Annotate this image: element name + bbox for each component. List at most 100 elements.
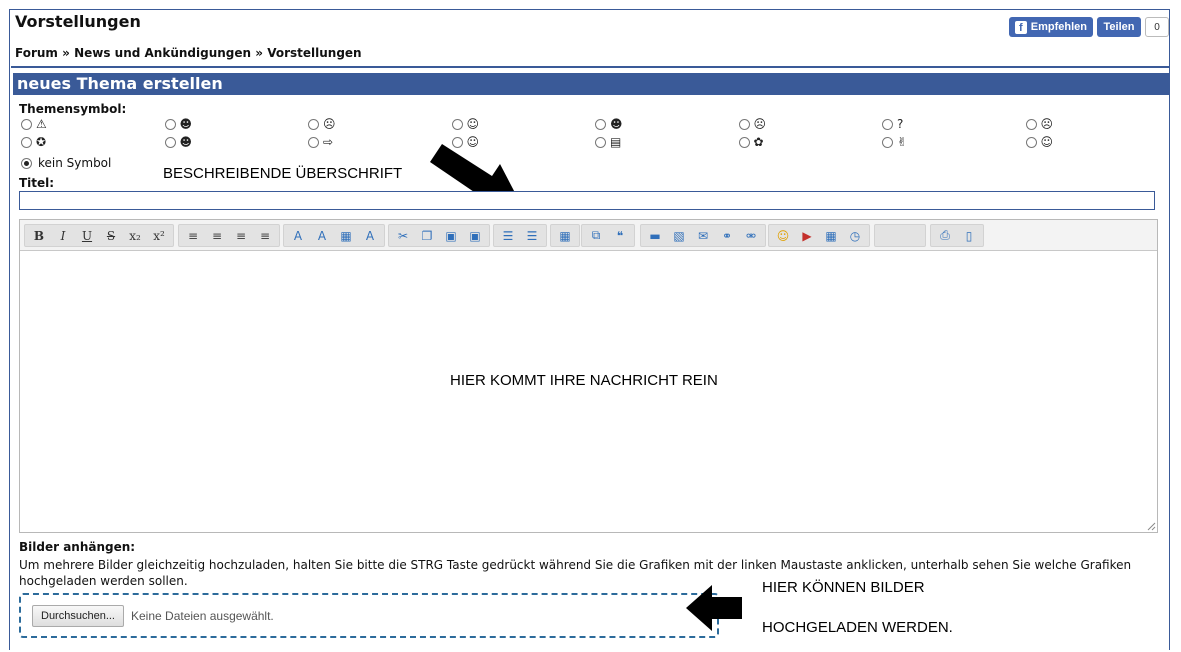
strikethrough-button[interactable]: S <box>102 227 120 245</box>
color-button[interactable]: ▦ <box>337 227 355 245</box>
topic-icon-radio[interactable] <box>738 137 750 148</box>
breadcrumb-forum[interactable]: Forum <box>15 46 58 60</box>
annotation-message-hint: HIER KOMMT IHRE NACHRICHT REIN <box>450 372 718 389</box>
share-count: 0 <box>1145 17 1169 37</box>
topic-icon-option[interactable]: ✿ <box>738 135 764 149</box>
topic-icon-option[interactable]: ✪ <box>21 136 46 149</box>
topic-icon-option[interactable]: ⚠ <box>21 118 47 131</box>
toolbar-group: B I U Sx₂ x² <box>24 224 174 247</box>
topic-icon-option[interactable]: ☺ <box>451 117 480 131</box>
topic-icon-option[interactable]: ⇨ <box>308 136 333 149</box>
remove-format-button[interactable]: A <box>361 227 379 245</box>
quote-button[interactable]: ❝ <box>611 227 629 245</box>
email-button[interactable]: ✉ <box>694 227 712 245</box>
topic-icon-option-none[interactable]: kein Symbol <box>21 156 111 170</box>
editor-toolbar: B I U Sx₂ x² ≡ ≡ ≡ ≡ A A ▦ A ✂ ❐ ▣ ▣ ☰ ☰ ▦ ⧉ ❝ ▬ ▧ ✉ ⚭ ⚮ ☺ ▶ ▦ ◷ ⎙ ▯ <box>20 220 1157 251</box>
align-right-button[interactable]: ≡ <box>232 227 250 245</box>
topic-icon-radio[interactable] <box>1025 119 1037 130</box>
note-icon: ▤ <box>610 135 622 149</box>
title-label: Titel: <box>19 176 55 190</box>
date-button[interactable]: ▦ <box>822 227 840 245</box>
source-button[interactable]: ▯ <box>960 227 978 245</box>
time-button[interactable]: ◷ <box>846 227 864 245</box>
breadcrumb-current[interactable]: Vorstellungen <box>267 46 361 60</box>
annotation-arrow-left-icon <box>686 585 742 631</box>
breadcrumb: Forum » News und Ankündigungen » Vorstel… <box>15 46 362 60</box>
toolbar-group: ≡ ≡ ≡ ≡ <box>178 224 280 247</box>
topic-icon-option[interactable]: ☹ <box>308 118 336 131</box>
attach-images-hint: Um mehrere Bilder gleichzeitig hochzulad… <box>19 558 1132 588</box>
font-size-button[interactable]: A <box>313 227 331 245</box>
facebook-share-button[interactable]: Teilen <box>1097 17 1141 37</box>
topic-icon-option[interactable]: ☻ <box>164 118 192 131</box>
toolbar-group: ☺ ▶ ▦ ◷ <box>768 224 870 247</box>
topic-icon-radio[interactable] <box>595 137 606 148</box>
facebook-like-button[interactable]: f Empfehlen <box>1009 17 1093 37</box>
superscript-button[interactable]: x² <box>150 227 168 245</box>
topic-icon-radio[interactable] <box>308 119 319 130</box>
breadcrumb-news[interactable]: News und Ankündigungen <box>74 46 251 60</box>
italic-button[interactable]: I <box>54 227 72 245</box>
laughing-smiley-icon: ☺ <box>466 117 480 131</box>
shocked-smiley-icon: ☹ <box>753 117 767 131</box>
topic-icon-option[interactable]: ☹ <box>738 117 767 131</box>
topic-icon-radio[interactable] <box>21 137 32 148</box>
title-input[interactable] <box>19 191 1155 210</box>
header-divider <box>11 66 1170 68</box>
toolbar-group[interactable] <box>874 224 926 247</box>
toolbar-group: ✂ ❐ ▣ ▣ <box>388 224 490 247</box>
copy-button[interactable]: ❐ <box>418 227 436 245</box>
topic-icon-radio[interactable] <box>1025 137 1037 148</box>
code-button[interactable]: ⧉ <box>587 227 605 245</box>
youtube-button[interactable]: ▶ <box>798 227 816 245</box>
print-button[interactable]: ⎙ <box>936 227 954 245</box>
topic-icon-option[interactable]: ▤ <box>595 136 621 149</box>
teddy-icon: ✿ <box>753 135 764 149</box>
topic-icon-radio[interactable] <box>164 119 176 130</box>
lightbulb-icon: ✪ <box>36 135 47 149</box>
topic-icon-radio[interactable] <box>164 137 176 148</box>
bullet-list-button[interactable]: ☰ <box>499 227 517 245</box>
unlink-button[interactable]: ⚮ <box>742 227 760 245</box>
toolbar-group: ▦ <box>550 224 580 247</box>
image-button[interactable]: ▧ <box>670 227 688 245</box>
paste-text-button[interactable]: ▣ <box>466 227 484 245</box>
topic-icon-radio-none[interactable] <box>21 157 32 169</box>
topic-icon-option[interactable]: ☹ <box>1025 118 1053 131</box>
browse-files-button[interactable]: Durchsuchen... <box>32 605 124 627</box>
topic-icon-option[interactable]: ☻ <box>164 136 192 149</box>
underline-button[interactable]: U <box>78 227 96 245</box>
resize-grip-icon[interactable] <box>1146 521 1156 531</box>
topic-icon-radio[interactable] <box>595 119 606 130</box>
file-upload-dropzone[interactable] <box>19 593 719 638</box>
annotation-heading-hint: BESCHREIBENDE ÜBERSCHRIFT <box>163 165 403 182</box>
topic-icon-option[interactable]: ☻ <box>595 118 623 131</box>
topic-icon-radio[interactable] <box>308 137 319 148</box>
table-button[interactable]: ▦ <box>556 227 574 245</box>
topic-icon-option[interactable]: ? <box>882 118 903 131</box>
justify-button[interactable]: ≡ <box>256 227 274 245</box>
align-left-button[interactable]: ≡ <box>184 227 202 245</box>
bold-button[interactable]: B <box>30 227 48 245</box>
topic-icon-option[interactable]: ☺ <box>1025 136 1053 149</box>
topic-icon-radio[interactable] <box>738 119 750 130</box>
align-center-button[interactable]: ≡ <box>208 227 226 245</box>
topic-icon-radio[interactable] <box>882 137 893 148</box>
cut-button[interactable]: ✂ <box>394 227 412 245</box>
annotation-upload-hint-line2: HOCHGELADEN WERDEN. <box>762 619 953 636</box>
font-button[interactable]: A <box>289 227 307 245</box>
horizontal-rule-button[interactable]: ▬ <box>646 227 664 245</box>
subscript-button[interactable]: x₂ <box>126 227 144 245</box>
warning-icon: ⚠ <box>36 117 47 131</box>
topic-icon-option[interactable]: ✌ <box>882 136 907 149</box>
paste-button[interactable]: ▣ <box>442 227 460 245</box>
topic-icon-radio[interactable] <box>882 119 893 130</box>
toolbar-group: ☰ ☰ <box>493 224 547 247</box>
link-button[interactable]: ⚭ <box>718 227 736 245</box>
emoticon-button[interactable]: ☺ <box>774 227 792 245</box>
annotation-upload-hint-line1: HIER KÖNNEN BILDER <box>762 579 925 596</box>
numbered-list-button[interactable]: ☰ <box>523 227 541 245</box>
attach-images-label: Bilder anhängen: <box>19 540 136 554</box>
topic-icon-radio[interactable] <box>21 119 32 130</box>
topic-icon-radio[interactable] <box>451 119 463 130</box>
